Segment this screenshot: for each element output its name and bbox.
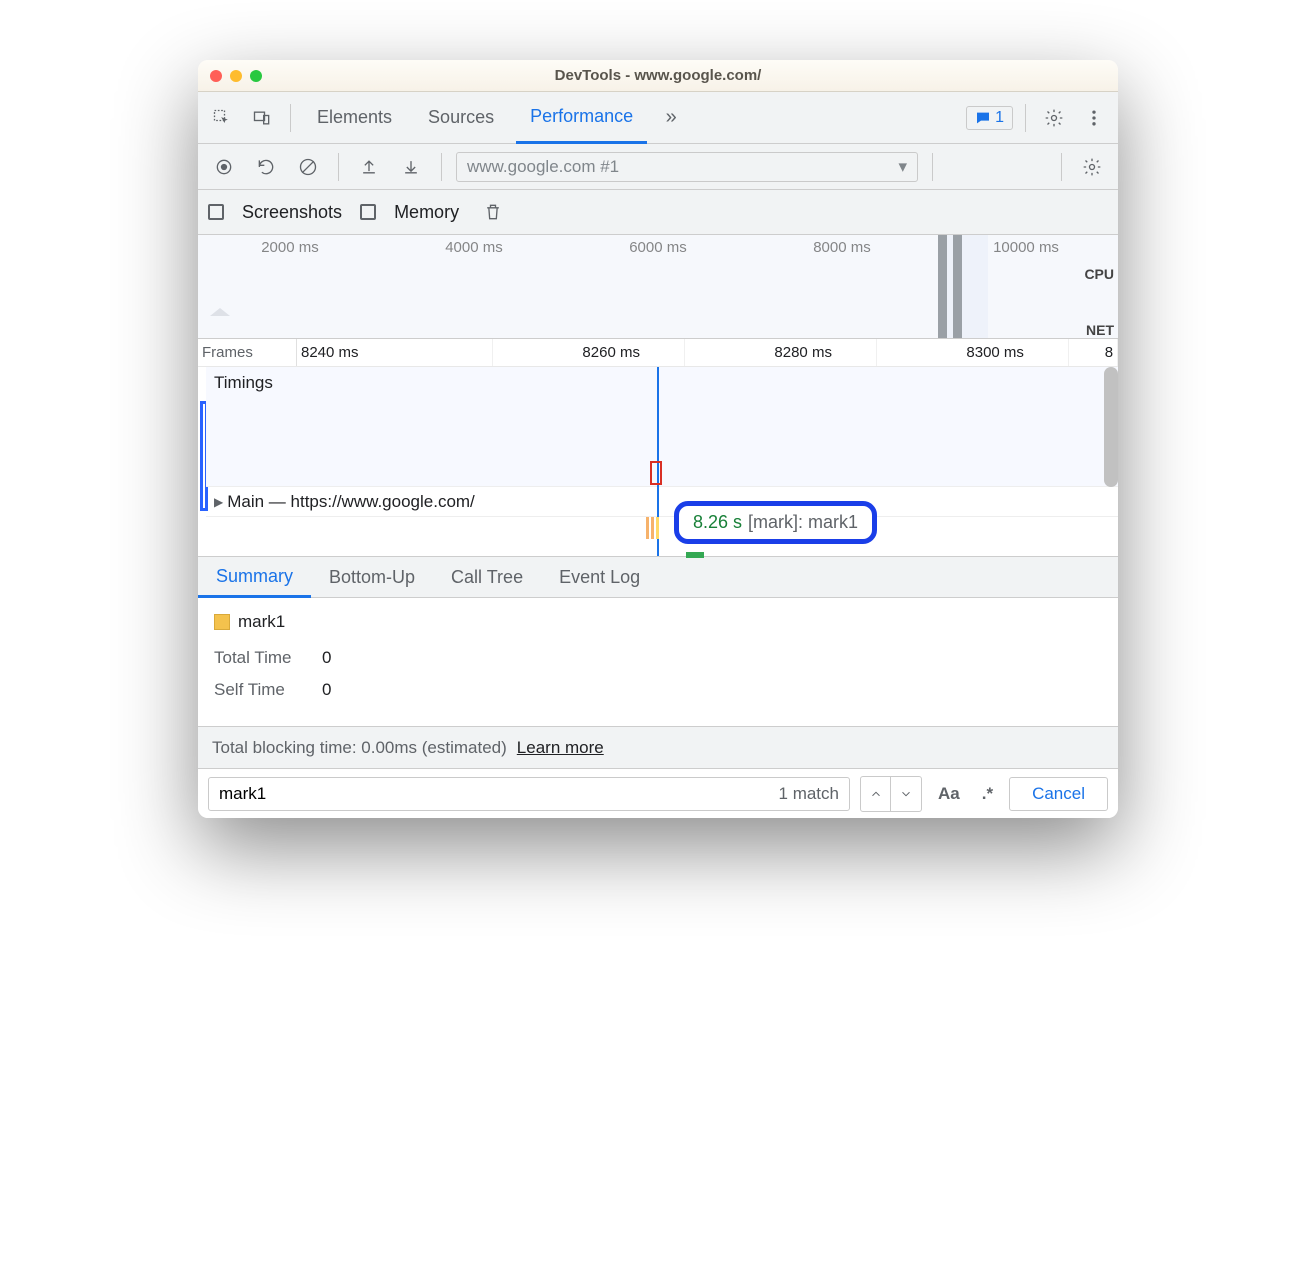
- event-name: mark1: [238, 612, 285, 632]
- row-timings[interactable]: Timings: [206, 367, 1118, 487]
- upload-icon[interactable]: [353, 151, 385, 183]
- device-toggle-icon[interactable]: [246, 102, 278, 134]
- search-input[interactable]: [219, 784, 779, 804]
- row-label: Timings: [214, 373, 273, 393]
- search-nav: [860, 776, 922, 812]
- blocking-text: Total blocking time: 0.00ms (estimated): [212, 738, 507, 758]
- dropdown-caret-icon: ▾: [898, 157, 907, 177]
- next-match-button[interactable]: [891, 777, 921, 811]
- self-time-row: Self Time 0: [214, 680, 1102, 700]
- frames-label: ns Frames: [198, 339, 297, 366]
- event-name-row: mark1: [214, 612, 1102, 632]
- self-time-value: 0: [322, 680, 331, 700]
- total-time-label: Total Time: [214, 648, 304, 668]
- row-label: Main — https://www.google.com/: [227, 492, 475, 512]
- blocking-bar: Total blocking time: 0.00ms (estimated) …: [198, 726, 1118, 768]
- settings-icon[interactable]: [1038, 102, 1070, 134]
- total-time-row: Total Time 0: [214, 648, 1102, 668]
- screenshots-label: Screenshots: [242, 202, 342, 223]
- mark-label: [mark]: mark1: [748, 512, 858, 533]
- screenshots-checkbox[interactable]: [208, 204, 224, 220]
- memory-label: Memory: [394, 202, 459, 223]
- summary-panel: mark1 Total Time 0 Self Time 0: [198, 598, 1118, 726]
- tab-sources[interactable]: Sources: [414, 92, 508, 144]
- tab-summary[interactable]: Summary: [198, 557, 311, 598]
- handle-left[interactable]: [938, 235, 947, 338]
- main-bars: [646, 517, 659, 539]
- prev-match-button[interactable]: [861, 777, 891, 811]
- maximize-window-button[interactable]: [250, 70, 262, 82]
- divider: [1061, 153, 1062, 181]
- more-tabs-icon[interactable]: »: [655, 102, 687, 134]
- match-count: 1 match: [779, 784, 839, 804]
- garbage-icon[interactable]: [477, 196, 509, 228]
- perf-options: Screenshots Memory: [198, 190, 1118, 234]
- capture-settings-icon[interactable]: [1076, 151, 1108, 183]
- recording-name: www.google.com #1: [467, 157, 619, 177]
- detail-tick: 8240 ms: [297, 339, 493, 366]
- tab-elements[interactable]: Elements: [303, 92, 406, 144]
- divider: [290, 104, 291, 132]
- divider: [441, 153, 442, 181]
- window-title: DevTools - www.google.com/: [198, 67, 1118, 84]
- total-time-value: 0: [322, 648, 331, 668]
- case-toggle[interactable]: Aa: [932, 784, 966, 804]
- task-bar: [686, 552, 704, 558]
- reload-icon[interactable]: [250, 151, 282, 183]
- mark-time: 8.26 s: [693, 512, 742, 533]
- tab-performance[interactable]: Performance: [516, 92, 647, 144]
- cpu-label: CPU: [1084, 263, 1114, 285]
- learn-more-link[interactable]: Learn more: [517, 738, 604, 758]
- messages-badge[interactable]: 1: [966, 106, 1013, 130]
- minimize-window-button[interactable]: [230, 70, 242, 82]
- row-main[interactable]: ▶ Main — https://www.google.com/: [206, 487, 1118, 517]
- detail-tick: 8260 ms: [493, 339, 685, 366]
- memory-checkbox[interactable]: [360, 204, 376, 220]
- titlebar: DevTools - www.google.com/: [198, 60, 1118, 92]
- kebab-menu-icon[interactable]: [1078, 102, 1110, 134]
- divider: [932, 153, 933, 181]
- search-box: 1 match: [208, 777, 850, 811]
- self-time-label: Self Time: [214, 680, 304, 700]
- tab-event-log[interactable]: Event Log: [541, 557, 658, 597]
- detail-ruler: ns Frames 8240 ms 8260 ms 8280 ms 8300 m…: [198, 338, 1118, 366]
- close-window-button[interactable]: [210, 70, 222, 82]
- divider: [1025, 104, 1026, 132]
- search-bar: 1 match Aa .* Cancel: [198, 768, 1118, 818]
- detail-tick: 8280 ms: [685, 339, 877, 366]
- detail-tick: 8: [1069, 339, 1118, 366]
- overview-labels: CPU NET: [1084, 263, 1114, 338]
- task-marker: [650, 461, 662, 485]
- traffic-lights: [210, 70, 262, 82]
- vertical-scrollbar[interactable]: [1104, 367, 1118, 487]
- overview-handles[interactable]: [938, 235, 962, 338]
- mark-callout: 8.26 s [mark]: mark1: [674, 501, 877, 544]
- messages-count: 1: [995, 109, 1004, 127]
- devtools-tabbar: Elements Sources Performance » 1: [198, 92, 1118, 144]
- overview-timeline[interactable]: 2000 ms 4000 ms 6000 ms 8000 ms 10000 ms…: [198, 234, 1118, 338]
- perf-toolbar: www.google.com #1 ▾: [198, 144, 1118, 190]
- devtools-window: DevTools - www.google.com/ Elements Sour…: [198, 60, 1118, 818]
- recording-dropdown[interactable]: www.google.com #1 ▾: [456, 152, 918, 182]
- expand-icon[interactable]: ▶: [214, 495, 223, 509]
- divider: [338, 153, 339, 181]
- net-label: NET: [1084, 319, 1114, 338]
- cancel-button[interactable]: Cancel: [1009, 777, 1108, 811]
- tab-call-tree[interactable]: Call Tree: [433, 557, 541, 597]
- flame-chart[interactable]: Timings ▶ Main — https://www.google.com/…: [198, 366, 1118, 556]
- detail-tick: 8300 ms: [877, 339, 1069, 366]
- overview-mask: [198, 235, 943, 338]
- download-icon[interactable]: [395, 151, 427, 183]
- tab-bottom-up[interactable]: Bottom-Up: [311, 557, 433, 597]
- color-swatch: [214, 614, 230, 630]
- detail-tabs: Summary Bottom-Up Call Tree Event Log: [198, 556, 1118, 598]
- record-icon[interactable]: [208, 151, 240, 183]
- regex-toggle[interactable]: .*: [976, 784, 999, 804]
- clear-icon[interactable]: [292, 151, 324, 183]
- handle-right[interactable]: [953, 235, 962, 338]
- inspect-icon[interactable]: [206, 102, 238, 134]
